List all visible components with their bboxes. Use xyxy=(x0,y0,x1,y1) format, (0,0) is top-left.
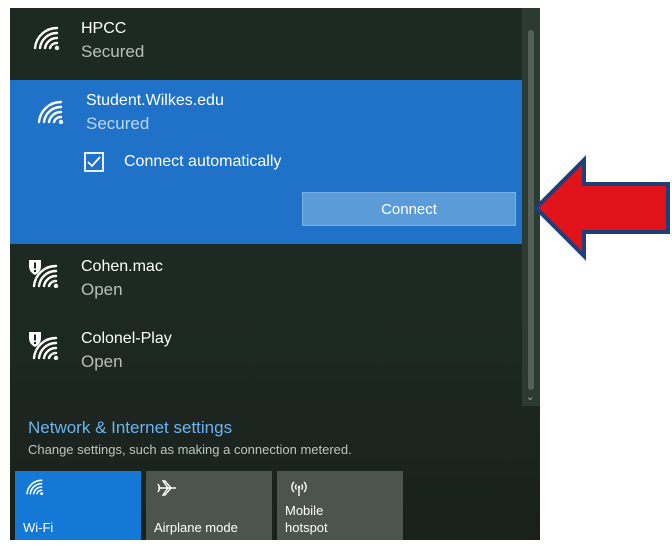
wifi-icon xyxy=(36,100,66,129)
connect-automatically-label: Connect automatically xyxy=(124,153,282,170)
network-settings-link[interactable]: Network & Internet settings xyxy=(28,418,232,438)
tile-label: Wi-Fi xyxy=(23,520,54,535)
network-item-colonel-play[interactable]: Colonel-Play Open xyxy=(10,318,522,388)
network-name: HPCC xyxy=(81,20,127,37)
wifi-toggle-tile[interactable]: Wi-Fi xyxy=(15,471,141,540)
wifi-flyout-panel: HPCC Secured Student.Wilkes.edu Secured xyxy=(10,8,540,540)
network-name: Colonel-Play xyxy=(81,330,172,347)
network-name: Cohen.mac xyxy=(81,258,163,275)
connect-button[interactable]: Connect xyxy=(302,192,516,226)
tile-label-line: hotspot xyxy=(285,520,328,535)
airplane-icon xyxy=(156,479,178,500)
wifi-open-shield-icon xyxy=(27,258,63,293)
wifi-icon xyxy=(32,26,62,55)
network-item-cohen-mac[interactable]: Cohen.mac Open xyxy=(10,246,522,316)
wifi-icon xyxy=(25,479,45,498)
mobile-hotspot-tile[interactable]: Mobile hotspot xyxy=(277,471,403,540)
red-arrow-annotation xyxy=(533,155,670,261)
network-status: Secured xyxy=(86,114,150,133)
connect-automatically-checkbox[interactable] xyxy=(84,152,104,172)
network-item-hpcc[interactable]: HPCC Secured xyxy=(10,8,522,78)
wifi-open-shield-icon xyxy=(27,330,63,365)
network-name: Student.Wilkes.edu xyxy=(86,92,224,109)
network-status: Open xyxy=(81,280,123,299)
chevron-down-icon[interactable]: ⌄ xyxy=(526,392,534,403)
airplane-mode-tile[interactable]: Airplane mode xyxy=(146,471,272,540)
tile-label-line: Mobile xyxy=(285,503,324,518)
network-item-student-wilkes[interactable]: Student.Wilkes.edu Secured Connect autom… xyxy=(10,80,522,244)
network-status: Secured xyxy=(81,42,145,61)
tile-label: Airplane mode xyxy=(154,520,238,535)
network-status: Open xyxy=(81,352,123,371)
tile-label: Mobile hotspot xyxy=(285,502,328,536)
network-settings-description: Change settings, such as making a connec… xyxy=(28,442,352,457)
hotspot-icon xyxy=(287,479,311,500)
